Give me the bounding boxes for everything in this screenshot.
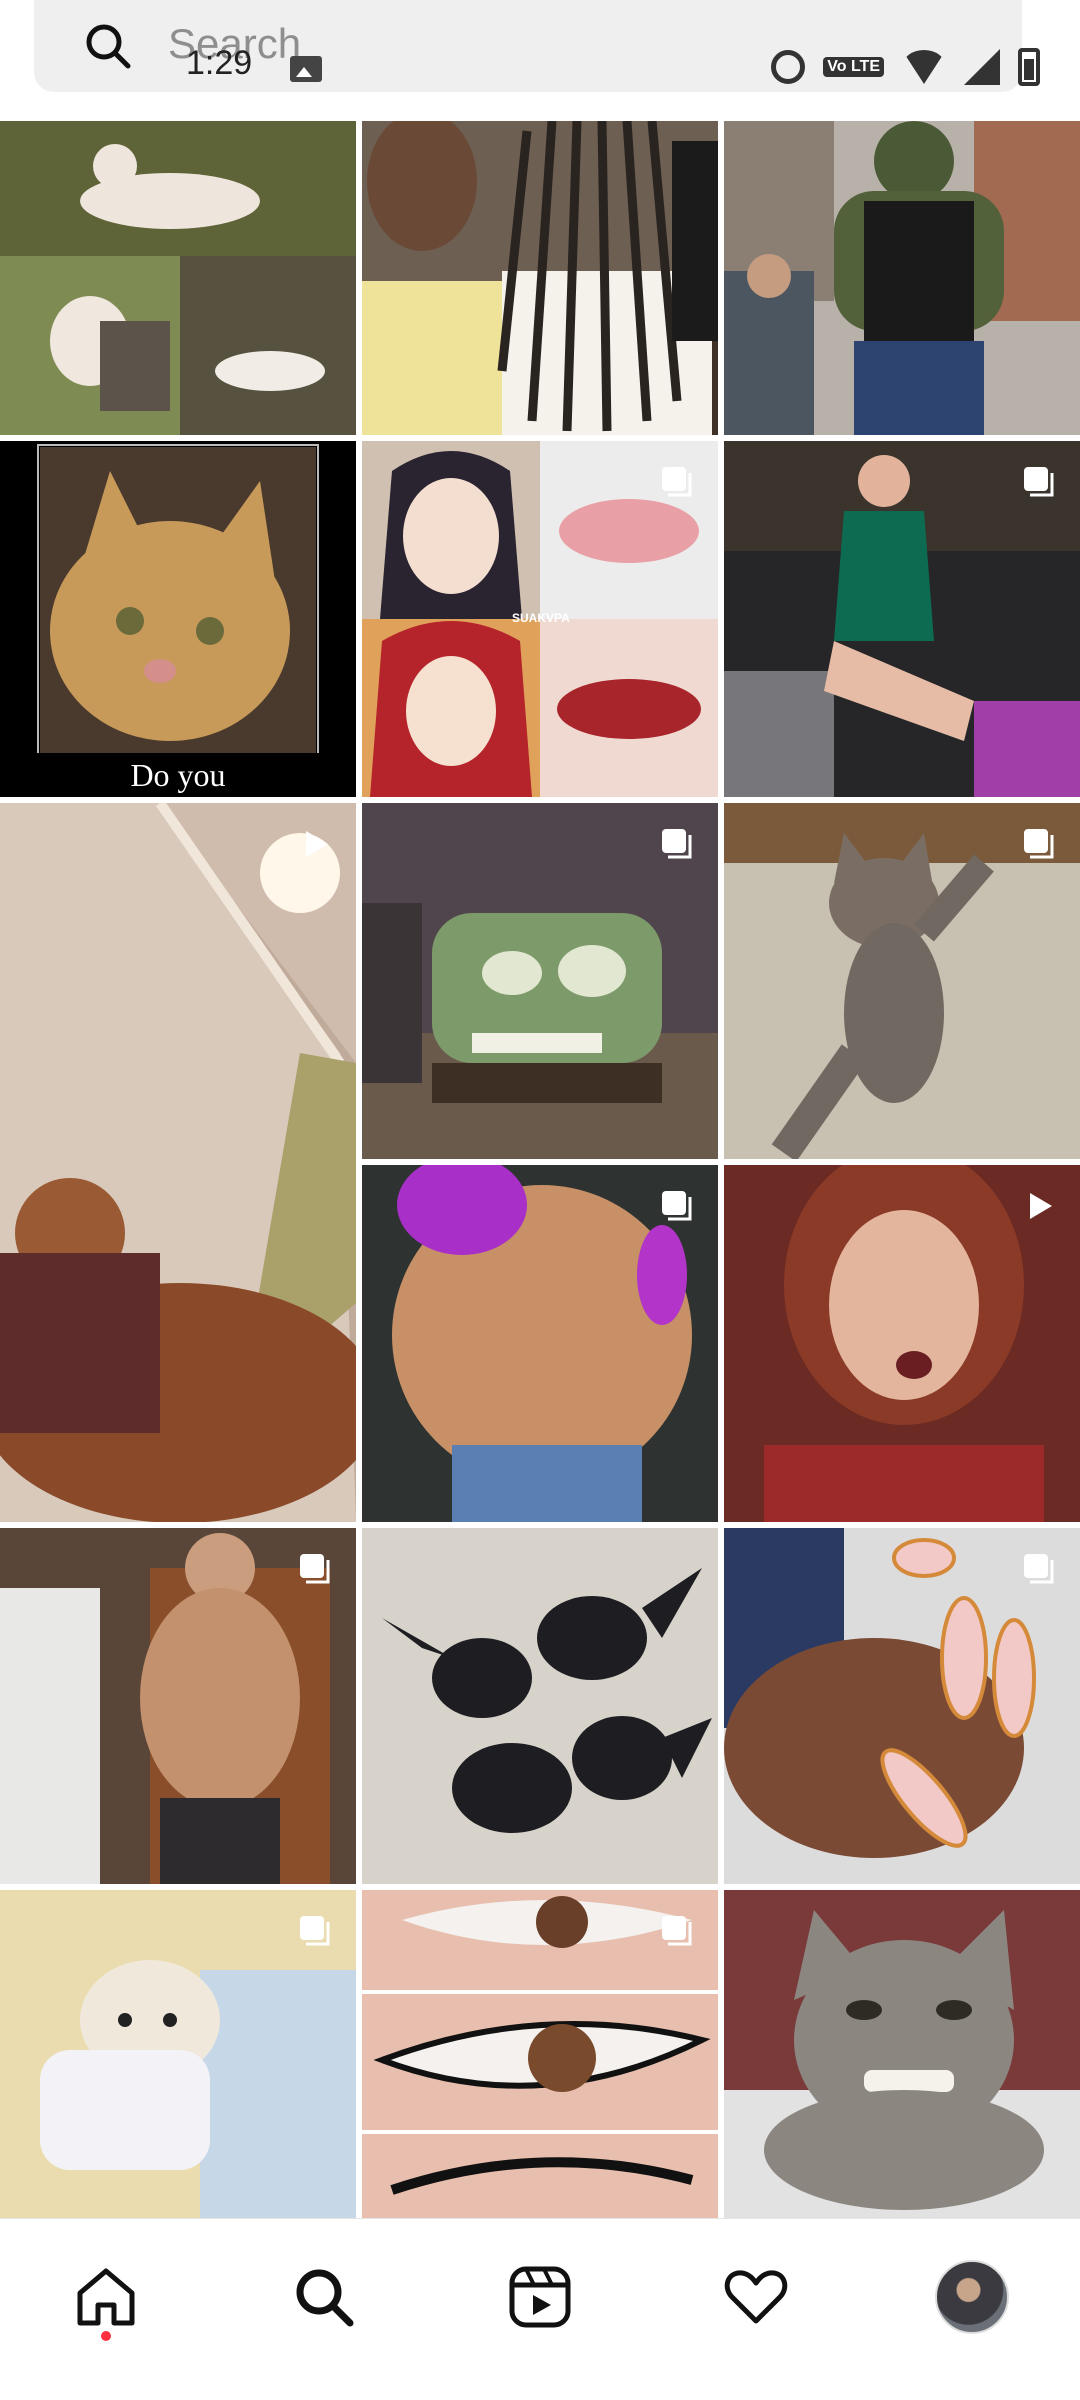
photo-dogs <box>0 121 356 435</box>
grid-tile-braids-selfie[interactable] <box>362 121 718 435</box>
signal-icon <box>964 49 1000 85</box>
grid-tile-hulk-cosplay[interactable] <box>724 121 1080 435</box>
profile-avatar <box>935 2260 1009 2334</box>
photo-hulk <box>724 121 1080 435</box>
carousel-icon <box>1024 829 1054 859</box>
nav-profile[interactable] <box>930 2255 1014 2339</box>
grid-tile-bat-kittens[interactable] <box>362 1528 718 1884</box>
reel-icon <box>306 831 328 857</box>
carousel-icon <box>662 467 692 497</box>
grid-tile-nail-art[interactable] <box>724 1528 1080 1884</box>
battery-icon <box>1018 48 1040 86</box>
alarm-icon <box>771 50 806 84</box>
grid-tile-shirtless-man[interactable] <box>0 1528 356 1884</box>
carousel-icon <box>662 1916 692 1946</box>
nav-activity[interactable] <box>714 2255 798 2339</box>
reels-icon <box>509 2266 571 2328</box>
system-icons: Vo LTE <box>771 48 1040 86</box>
status-bar: 1:29 Vo LTE <box>0 0 1080 110</box>
photo-bat-kittens <box>362 1528 718 1884</box>
grid-tile-cars-character[interactable] <box>362 803 718 1159</box>
home-notification-dot <box>101 2331 111 2341</box>
volte-icon: Vo LTE <box>823 57 884 77</box>
search-icon <box>296 2269 354 2327</box>
watermark-text: SUAKVPA <box>512 611 570 625</box>
photo-cat-poster <box>0 441 356 797</box>
grid-tile-cat-meme-poster[interactable]: Do you <box>0 441 356 797</box>
carousel-icon <box>300 1554 330 1584</box>
grid-tile-surprised-woman[interactable] <box>724 1165 1080 1522</box>
carousel-icon <box>1024 1554 1054 1584</box>
carousel-icon <box>662 829 692 859</box>
grid-tile-dancing-kitten[interactable] <box>724 803 1080 1159</box>
explore-grid: Do you SUAKVPA <box>0 121 1080 2218</box>
wifi-icon <box>902 50 946 84</box>
gallery-notification-icon <box>290 56 322 82</box>
grid-tile-puppy-in-bed[interactable] <box>0 1890 356 2218</box>
grid-tile-anime-lips-collage[interactable]: SUAKVPA <box>362 441 718 797</box>
carousel-icon <box>662 1191 692 1221</box>
nav-search[interactable] <box>282 2255 366 2339</box>
grid-tile-cat-ceiling-video[interactable] <box>0 803 356 1522</box>
photo-grinning-cat <box>724 1890 1080 2218</box>
tile-caption: Do you <box>0 753 356 797</box>
reel-icon <box>1030 1193 1052 1219</box>
nav-home[interactable] <box>64 2255 148 2339</box>
grid-tile-muscle-torso[interactable] <box>362 1165 718 1522</box>
photo-braids <box>362 121 718 435</box>
home-icon <box>77 2268 135 2326</box>
carousel-icon <box>300 1916 330 1946</box>
grid-tile-dogs-in-ribbons[interactable] <box>0 121 356 435</box>
status-time: 1:29 <box>186 44 253 82</box>
carousel-icon <box>1024 467 1054 497</box>
grid-tile-green-dress-bar[interactable] <box>724 441 1080 797</box>
photo-cat-ceiling <box>0 803 356 1522</box>
grid-tile-grinning-cat[interactable] <box>724 1890 1080 2218</box>
heart-icon <box>724 2270 788 2324</box>
grid-tile-eyeliner-collage[interactable] <box>362 1890 718 2218</box>
nav-reels[interactable] <box>498 2255 582 2339</box>
bottom-nav <box>0 2218 1080 2400</box>
